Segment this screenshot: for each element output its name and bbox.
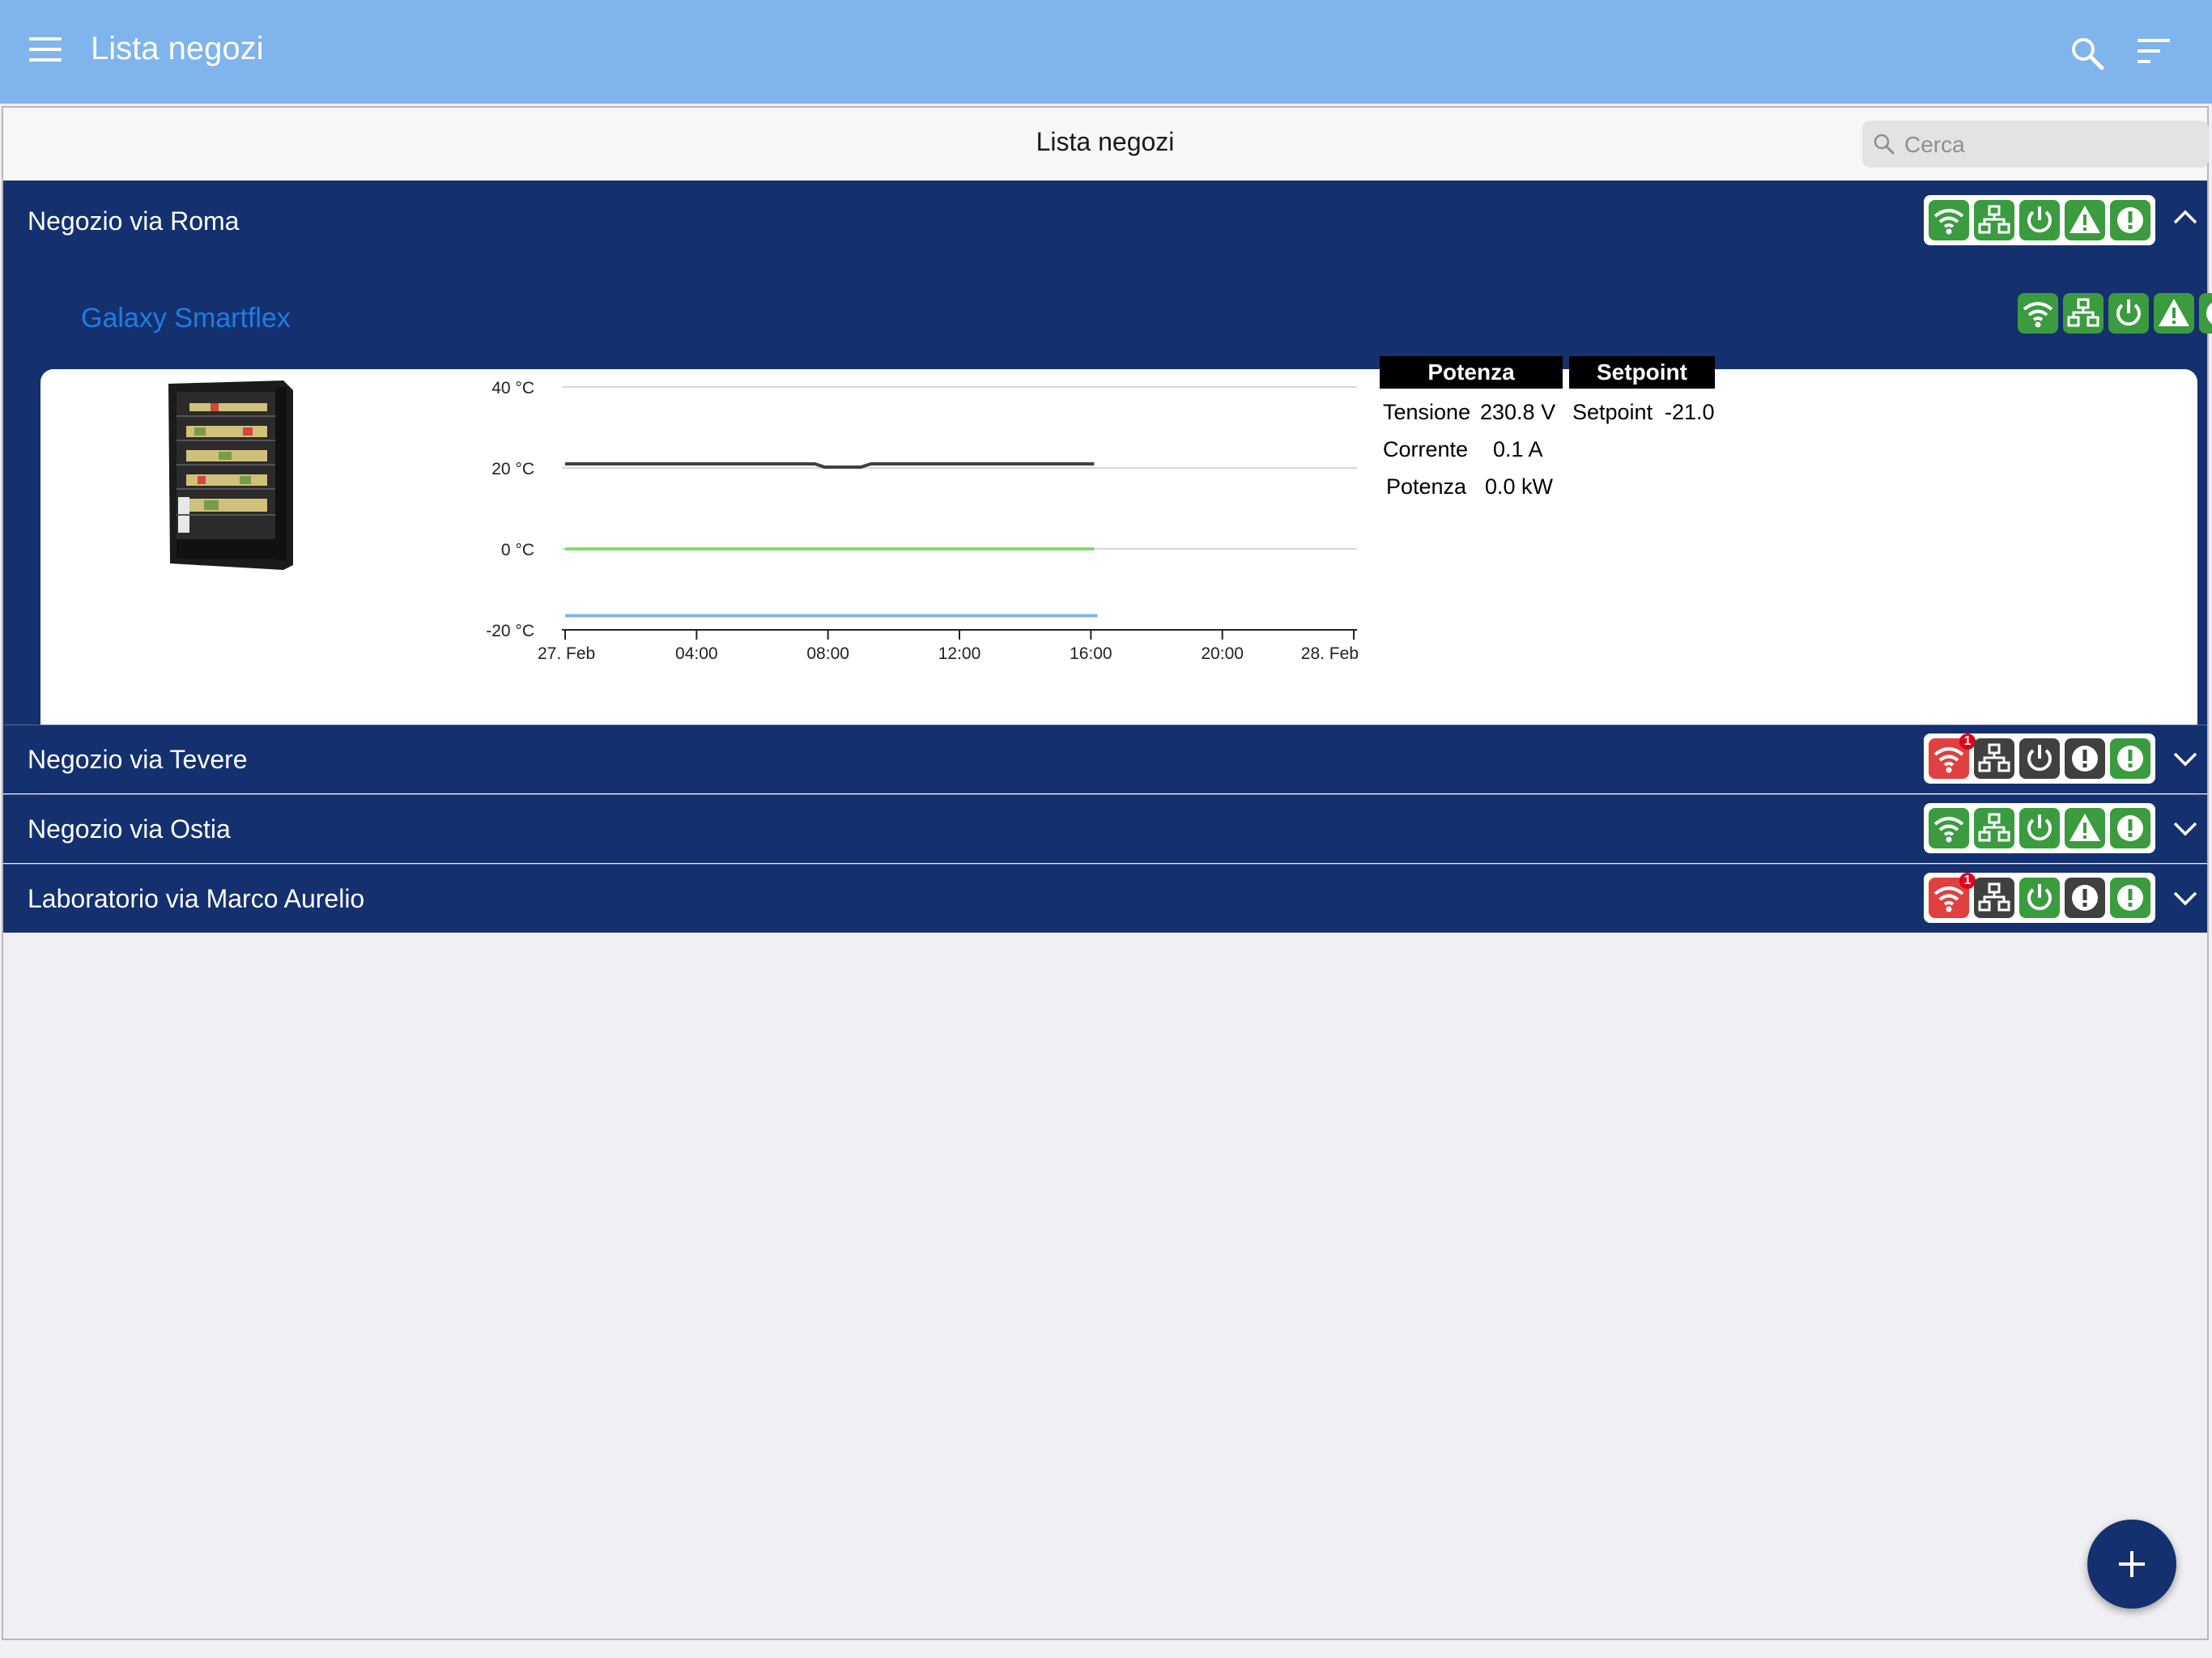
store-status-icons: 1 (1924, 873, 2155, 923)
power-icon[interactable] (2019, 808, 2060, 848)
search-input[interactable]: Cerca (1862, 121, 2209, 168)
device-status-icons (2013, 293, 2212, 338)
store-row-via-roma[interactable]: Negozio via Roma (3, 181, 2207, 265)
store-name: Negozio via Roma (28, 206, 240, 236)
y-tick-label: -20 °C (486, 622, 534, 640)
alert-icon[interactable] (2199, 293, 2212, 334)
store-name: Negozio via Ostia (28, 814, 231, 844)
menu-icon[interactable] (29, 37, 62, 66)
readout-value: 0.1 A (1493, 437, 1543, 461)
search-placeholder: Cerca (1904, 132, 1965, 157)
store-row-via-ostia[interactable]: Negozio via Ostia (3, 794, 2207, 863)
store-status-icons (1924, 195, 2155, 245)
readout-label: Potenza (1386, 474, 1467, 499)
network-icon[interactable] (1974, 808, 2014, 848)
chevron-down-icon[interactable] (2172, 748, 2199, 769)
notification-badge: 1 (1959, 873, 1976, 889)
readout-label: Tensione (1383, 400, 1471, 424)
power-icon[interactable] (2108, 293, 2149, 334)
device-name-link[interactable]: Galaxy Smartflex (81, 303, 291, 334)
wifi-icon[interactable] (1929, 808, 1969, 848)
x-tick-label: 20:00 (1201, 644, 1244, 659)
alert-icon[interactable] (2110, 808, 2150, 848)
setpoint-value: -21.0 (1665, 400, 1715, 424)
readout-header-setpoint: Setpoint (1569, 356, 1715, 389)
x-tick-label: 27. Feb (538, 644, 595, 659)
wifi-icon[interactable]: 1 (1929, 873, 1976, 918)
alert-icon[interactable] (2065, 878, 2105, 918)
alert-icon[interactable] (2065, 738, 2105, 779)
store-name: Negozio via Tevere (28, 745, 248, 774)
readout-value: 230.8 V (1480, 400, 1556, 424)
readout-header-potenza: Potenza (1380, 356, 1563, 389)
network-icon[interactable] (1974, 738, 2014, 779)
readout-label: Corrente (1383, 437, 1469, 461)
x-tick-label: 28. Feb (1301, 644, 1359, 659)
series-line (565, 462, 1095, 469)
notification-badge: 1 (1959, 733, 1976, 750)
y-tick-label: 20 °C (491, 460, 534, 478)
search-icon (1874, 134, 1895, 155)
store-status-icons (1924, 803, 2155, 853)
warning-icon[interactable] (2065, 200, 2105, 240)
temperature-chart: 40 °C 20 °C 0 °C -20 °C 27. Feb 04:00 08:00 12:… (486, 379, 1359, 659)
add-button[interactable] (2087, 1520, 2176, 1609)
wifi-icon[interactable] (2018, 293, 2058, 334)
store-row-via-tevere[interactable]: Negozio via Tevere 1 (3, 725, 2207, 793)
network-icon[interactable] (1974, 200, 2014, 240)
wifi-icon[interactable] (1929, 200, 1969, 240)
sub-header: Lista negozi Cerca (3, 108, 2209, 181)
store-row-marco-aurelio[interactable]: Laboratorio via Marco Aurelio 1 (3, 864, 2207, 933)
warning-icon[interactable] (2065, 808, 2105, 848)
search-icon[interactable] (2069, 36, 2105, 71)
power-icon[interactable] (2019, 878, 2060, 918)
chevron-up-icon[interactable] (2172, 206, 2199, 227)
chevron-down-icon[interactable] (2172, 818, 2199, 839)
alert-icon[interactable] (2110, 738, 2150, 779)
x-tick-label: 12:00 (938, 644, 981, 659)
x-tick-label: 16:00 (1070, 644, 1112, 659)
plus-icon (2119, 1551, 2145, 1577)
network-icon[interactable] (2063, 293, 2104, 334)
wifi-icon[interactable]: 1 (1929, 733, 1976, 779)
store-status-icons: 1 (1924, 733, 2155, 784)
filter-icon[interactable] (2138, 39, 2173, 66)
app-title: Lista negozi (91, 31, 264, 66)
warning-icon[interactable] (2154, 293, 2194, 334)
readout-value: 0.0 kW (1485, 474, 1554, 499)
app-bar: Lista negozi (0, 0, 2212, 104)
x-tick-label: 04:00 (675, 644, 718, 659)
setpoint-label: Setpoint (1572, 400, 1653, 424)
store-name: Laboratorio via Marco Aurelio (28, 884, 365, 913)
y-tick-label: 40 °C (491, 379, 534, 397)
y-tick-label: 0 °C (501, 541, 534, 559)
network-icon[interactable] (1974, 878, 2014, 918)
alert-icon[interactable] (2110, 200, 2150, 240)
device-card-content: Galaxy Smartflex 40 °C 20 °C 0 °C -20 °C… (39, 262, 2212, 709)
power-icon[interactable] (2019, 200, 2060, 240)
x-tick-label: 08:00 (806, 644, 849, 659)
display-fridge-image (168, 380, 293, 570)
chevron-down-icon[interactable] (2172, 887, 2199, 908)
alert-icon[interactable] (2110, 878, 2150, 918)
power-icon[interactable] (2019, 738, 2060, 779)
